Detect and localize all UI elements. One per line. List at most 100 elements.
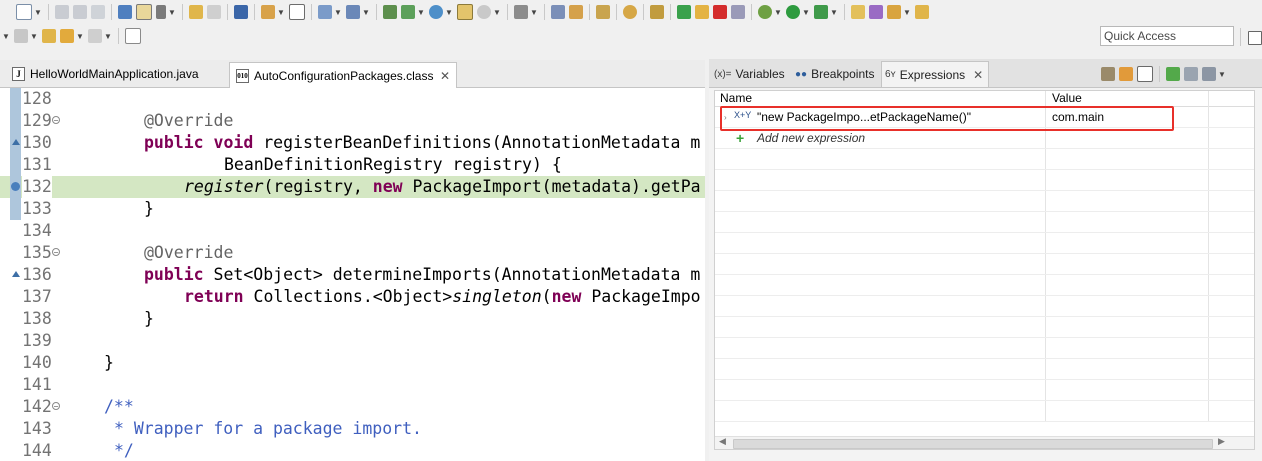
add-expression-icon[interactable]: [1166, 67, 1180, 81]
line-number: 133: [22, 199, 52, 218]
step-filters-icon[interactable]: [551, 5, 565, 19]
remove-expression-icon[interactable]: [1184, 67, 1198, 81]
code-area[interactable]: 128 129 − @Override 130 public void regi…: [0, 88, 705, 461]
annotation-icon[interactable]: [915, 5, 929, 19]
code-line: 133 }: [0, 198, 705, 220]
table-row: [715, 170, 1254, 191]
tab-breakpoints[interactable]: ●● Breakpoints: [792, 62, 877, 86]
forward-icon[interactable]: [88, 29, 102, 43]
globe-dropdown-arrow[interactable]: ▼: [445, 8, 453, 17]
wrench-icon[interactable]: [156, 5, 166, 19]
debug-icon[interactable]: [758, 5, 772, 19]
show-type-names-icon[interactable]: [1119, 67, 1133, 81]
show-logical-structure-icon[interactable]: [1137, 66, 1153, 82]
coverage-dropdown-arrow[interactable]: ▼: [830, 8, 838, 17]
new-icon[interactable]: [16, 4, 32, 20]
web-browser-dropdown-arrow[interactable]: ▼: [493, 8, 501, 17]
tab-expressions[interactable]: 6ʏ Expressions ✕: [881, 61, 990, 87]
save-icon[interactable]: [55, 5, 69, 19]
open-search-icon[interactable]: [346, 5, 360, 19]
run-icon[interactable]: [786, 5, 800, 19]
camera-dropdown-arrow[interactable]: ▼: [530, 8, 538, 17]
table-row: [715, 380, 1254, 401]
forward-dropdown-arrow[interactable]: ▼: [104, 32, 112, 41]
class-file-icon: 010: [236, 68, 249, 83]
horizontal-scrollbar[interactable]: ◀ ▶: [715, 436, 1254, 449]
external-tools-icon[interactable]: [401, 5, 415, 19]
last-edit-icon[interactable]: [42, 29, 56, 43]
quick-access-input[interactable]: [1100, 26, 1234, 46]
open-perspective-icon[interactable]: [1248, 31, 1262, 45]
open-type-icon[interactable]: [118, 5, 132, 19]
save-all-icon[interactable]: [73, 5, 87, 19]
collapse-all-icon[interactable]: [1101, 67, 1115, 81]
add-new-expression-label[interactable]: Add new expression: [757, 128, 865, 149]
search-icon[interactable]: [318, 5, 332, 19]
new-class-icon[interactable]: [289, 4, 305, 20]
step-over-icon[interactable]: [623, 5, 637, 19]
fold-collapse-icon[interactable]: −: [52, 116, 60, 125]
skip-breakpoints-icon[interactable]: [234, 5, 248, 19]
open-search-dropdown-arrow[interactable]: ▼: [362, 8, 370, 17]
main-toolbar: ▼ ▼ ▼ ▼ ▼ ▼ ▼ ▼ ▼ ▼ ▼ ▼ ▼: [0, 0, 1262, 24]
debug-dropdown-arrow[interactable]: ▼: [774, 8, 782, 17]
pin-dropdown-arrow[interactable]: ▼: [903, 8, 911, 17]
code-line: 141: [0, 374, 705, 396]
next-annotation-icon[interactable]: [14, 29, 28, 43]
scrollbar-thumb[interactable]: [733, 439, 1213, 449]
fold-collapse-icon[interactable]: −: [52, 248, 60, 257]
suspend-icon[interactable]: [695, 5, 709, 19]
wrench-dropdown-arrow[interactable]: ▼: [168, 8, 176, 17]
back-dropdown-arrow[interactable]: ▼: [76, 32, 84, 41]
step-return-icon[interactable]: [650, 5, 664, 19]
pin-icon[interactable]: [887, 5, 901, 19]
globe-icon[interactable]: [429, 5, 443, 19]
back-icon[interactable]: [60, 29, 74, 43]
column-header-value[interactable]: Value: [1052, 91, 1082, 105]
terminate-icon[interactable]: [713, 5, 727, 19]
pin-editor-icon[interactable]: [125, 28, 141, 44]
remove-all-expressions-icon[interactable]: [1202, 67, 1216, 81]
close-icon[interactable]: ✕: [440, 69, 450, 83]
web-browser-icon[interactable]: [477, 5, 491, 19]
line-number: 141: [22, 375, 52, 394]
scroll-right-arrow-icon[interactable]: ▶: [1218, 436, 1225, 447]
code-text: @Override: [144, 111, 234, 130]
fold-collapse-icon[interactable]: −: [52, 402, 60, 411]
coverage-icon[interactable]: [814, 5, 828, 19]
external-tools-dropdown-arrow[interactable]: ▼: [417, 8, 425, 17]
code-text: }: [144, 199, 154, 218]
run-dropdown-arrow[interactable]: ▼: [802, 8, 810, 17]
code-line: 137 return Collections.<Object>singleton…: [0, 286, 705, 308]
new-package-dropdown-arrow[interactable]: ▼: [277, 8, 285, 17]
current-line: 132 register(registry, new PackageImport…: [0, 176, 705, 198]
run-last-tool-icon[interactable]: [383, 5, 397, 19]
override-indicator-icon: [12, 271, 20, 277]
toggle-mark-occurrences-icon[interactable]: [136, 4, 152, 20]
tab-autoconfiguration-packages[interactable]: 010 AutoConfigurationPackages.class ✕: [229, 62, 457, 88]
new-dropdown-arrow[interactable]: ▼: [34, 8, 42, 17]
scroll-left-arrow-icon[interactable]: ◀: [719, 436, 726, 447]
print-icon[interactable]: [91, 5, 105, 19]
next-annotation-dropdown-arrow[interactable]: ▼: [30, 32, 38, 41]
new-java-project-icon[interactable]: [457, 4, 473, 20]
column-header-name[interactable]: Name: [720, 91, 752, 105]
toolbar-separator: [254, 4, 255, 20]
open-folder-icon[interactable]: [851, 5, 865, 19]
open-task-icon[interactable]: [869, 5, 883, 19]
step-into-icon[interactable]: [596, 5, 610, 19]
search-dropdown-arrow[interactable]: ▼: [334, 8, 342, 17]
disconnect-icon[interactable]: [731, 5, 745, 19]
tab-variables[interactable]: (x)= Variables: [711, 62, 788, 86]
last-edit-location-icon[interactable]: [189, 5, 203, 19]
back-disabled-icon[interactable]: [207, 5, 221, 19]
close-icon[interactable]: ✕: [973, 68, 983, 82]
resume-icon[interactable]: [677, 5, 691, 19]
camera-icon[interactable]: [514, 5, 528, 19]
drop-to-frame-icon[interactable]: [569, 5, 583, 19]
new-package-icon[interactable]: [261, 5, 275, 19]
table-row[interactable]: + Add new expression: [715, 128, 1254, 149]
view-menu-arrow[interactable]: ▼: [1218, 70, 1226, 79]
toolbar-chevron[interactable]: ▼: [2, 32, 10, 41]
tab-helloworld-main-application[interactable]: J HelloWorldMainApplication.java: [6, 62, 226, 86]
